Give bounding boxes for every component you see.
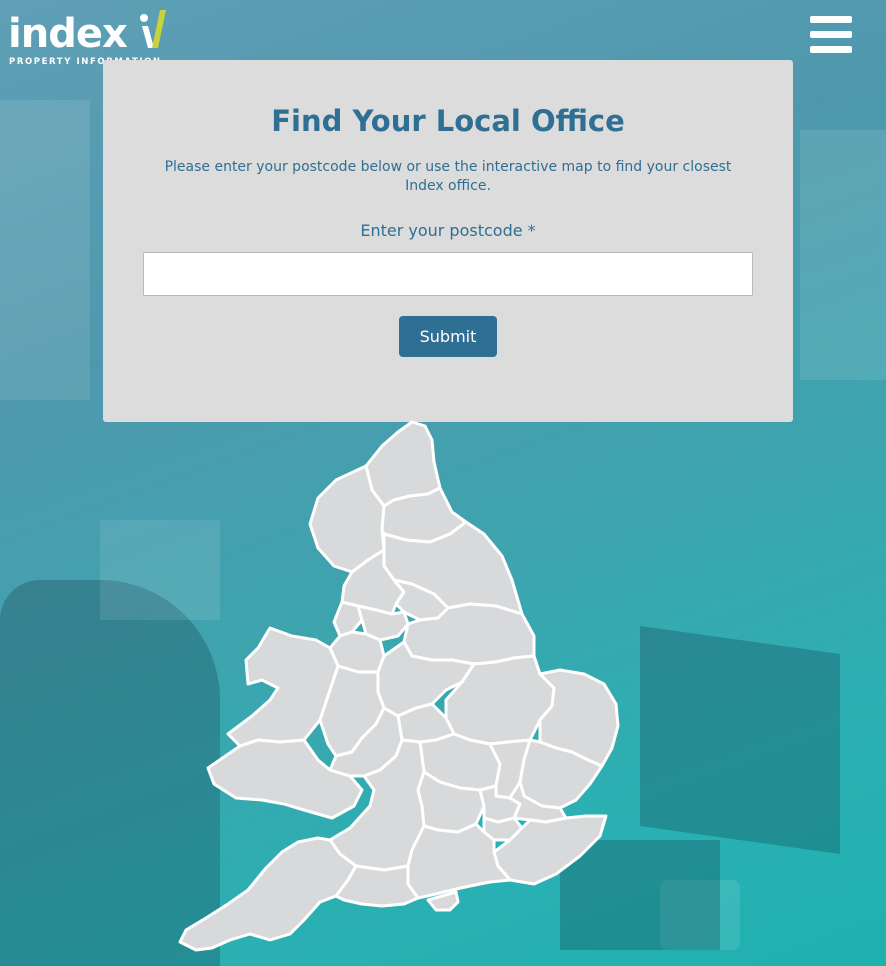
menu-bar (810, 31, 852, 38)
postcode-label: Enter your postcode * (360, 221, 536, 240)
submit-button[interactable]: Submit (399, 316, 497, 357)
menu-bar (810, 16, 852, 23)
page-title: Find Your Local Office (271, 104, 625, 138)
finder-description: Please enter your postcode below or use … (164, 159, 732, 194)
logo-check-mark-icon (140, 10, 166, 48)
logo-wordmark: index (8, 11, 128, 57)
hamburger-menu-icon[interactable] (808, 14, 854, 54)
region-29[interactable] (178, 836, 358, 952)
menu-bar (810, 46, 852, 53)
england-wales-region-map (170, 415, 630, 966)
office-finder-card: Find Your Local Office Please enter your… (103, 60, 793, 422)
region-map-svg (178, 420, 620, 952)
postcode-input[interactable] (143, 252, 753, 296)
